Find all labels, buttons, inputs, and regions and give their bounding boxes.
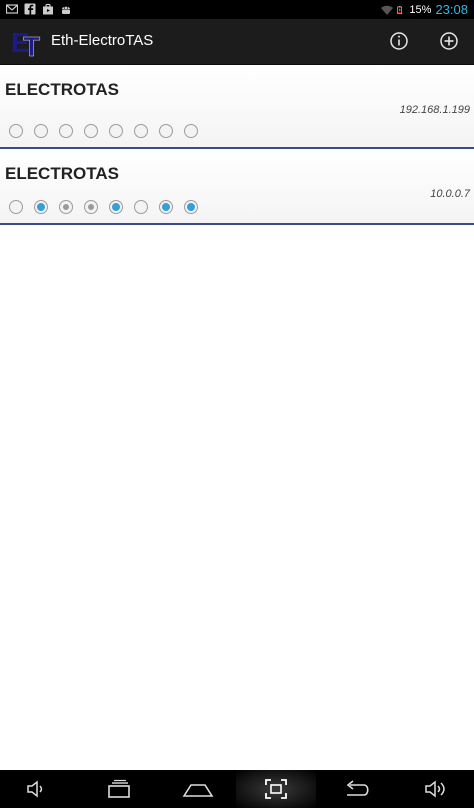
channel-radio-6[interactable]: [134, 200, 148, 214]
device-item[interactable]: ELECTROTAS 192.168.1.199: [0, 65, 474, 149]
clock: 23:08: [435, 2, 468, 17]
channel-radio-4[interactable]: [84, 124, 98, 138]
device-ip: 192.168.1.199: [399, 104, 470, 116]
svg-text:T: T: [23, 31, 40, 59]
notification-icons: [6, 3, 72, 15]
battery-percent: 15%: [409, 3, 432, 16]
back-icon[interactable]: [342, 777, 372, 801]
channel-radio-group: [9, 124, 198, 138]
channel-radio-6[interactable]: [134, 124, 148, 138]
channel-radio-3[interactable]: [59, 200, 73, 214]
channel-radio-3[interactable]: [59, 124, 73, 138]
screenshot-icon[interactable]: [263, 777, 289, 801]
wifi-icon: [381, 5, 394, 15]
info-icon[interactable]: [386, 28, 412, 54]
device-ip: 10.0.0.7: [430, 188, 470, 200]
volume-up-icon[interactable]: [423, 777, 449, 801]
channel-radio-7[interactable]: [159, 124, 173, 138]
shop-icon: [43, 3, 53, 15]
app-title: Eth-ElectroTAS: [51, 32, 154, 49]
device-item[interactable]: ELECTROTAS 10.0.0.7: [0, 149, 474, 225]
device-list: ELECTROTAS 192.168.1.199 ELECTROTAS 10.0…: [0, 65, 474, 225]
volume-down-icon[interactable]: [24, 777, 50, 801]
home-icon[interactable]: [182, 777, 214, 801]
facebook-icon: [24, 3, 36, 15]
channel-radio-4[interactable]: [84, 200, 98, 214]
gmail-icon: [6, 4, 18, 14]
channel-radio-8[interactable]: [184, 200, 198, 214]
navigation-bar: [0, 770, 474, 808]
status-bar: 15% 23:08: [0, 0, 474, 19]
recent-apps-icon[interactable]: [106, 777, 132, 801]
channel-radio-8[interactable]: [184, 124, 198, 138]
channel-radio-5[interactable]: [109, 200, 123, 214]
channel-radio-1[interactable]: [9, 124, 23, 138]
channel-radio-7[interactable]: [159, 200, 173, 214]
channel-radio-1[interactable]: [9, 200, 23, 214]
device-name: ELECTROTAS: [5, 80, 119, 99]
channel-radio-5[interactable]: [109, 124, 123, 138]
battery-icon: [397, 5, 403, 14]
app-logo-icon: E T: [11, 27, 40, 59]
channel-radio-2[interactable]: [34, 200, 48, 214]
action-bar: E T Eth-ElectroTAS: [0, 19, 474, 65]
android-icon: [62, 6, 70, 14]
system-status: 15% 23:08: [381, 2, 468, 17]
channel-radio-group: [9, 200, 198, 214]
channel-radio-2[interactable]: [34, 124, 48, 138]
device-name: ELECTROTAS: [5, 164, 119, 183]
add-icon[interactable]: [436, 28, 462, 54]
